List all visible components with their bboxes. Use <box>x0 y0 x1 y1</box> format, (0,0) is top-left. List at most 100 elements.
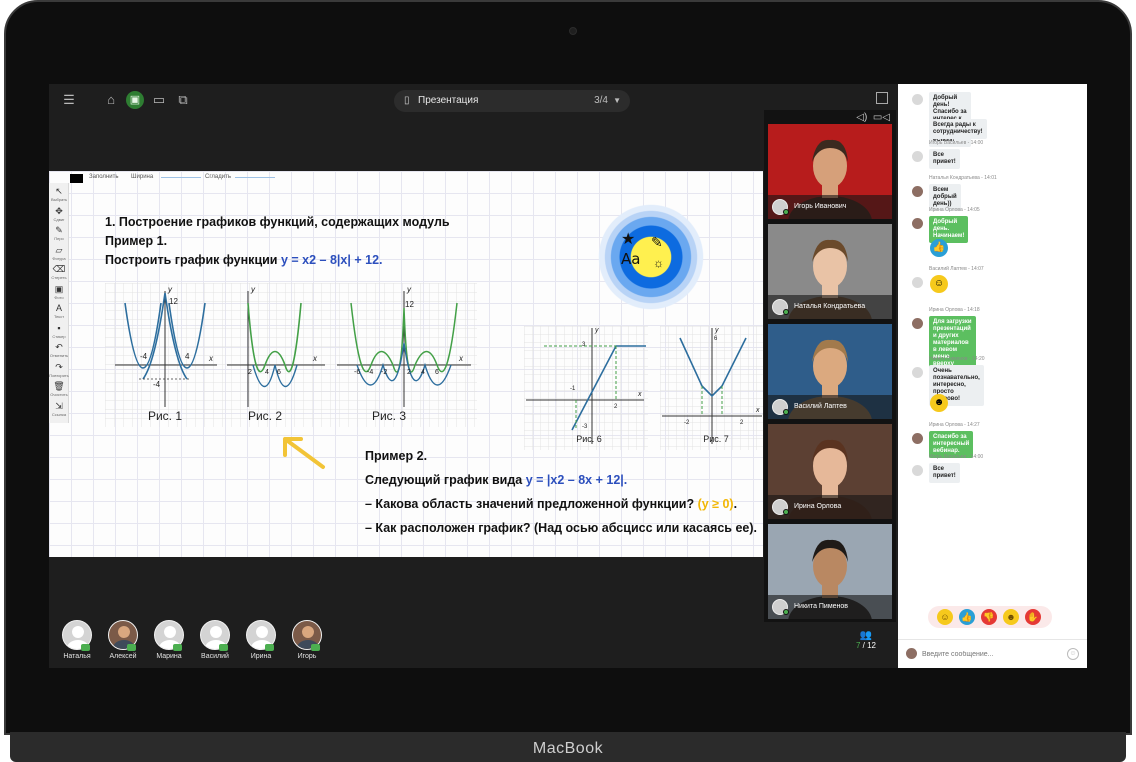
sticker-image[interactable]: ★ ✎ Aa ☼ <box>590 196 712 318</box>
camera-status-icon <box>127 644 136 651</box>
camera-status-icon <box>219 644 228 651</box>
laptop-frame: MacBook ☰ ⌂ ▣ ▭ ⧉ ▯ Презентация 3/4 ▼ За… <box>0 0 1136 762</box>
participant[interactable]: Марина <box>149 620 189 660</box>
video-tile[interactable]: Василий Лаптев <box>768 324 892 419</box>
tool-image[interactable]: ▣ Фото <box>49 283 69 303</box>
avatar <box>912 94 923 105</box>
participant-name: Наталья <box>63 653 91 660</box>
tool-eraser[interactable]: ⌫ Стереть <box>49 263 69 283</box>
document-icon: ▯ <box>404 95 410 106</box>
speaker-icon[interactable]: ◁) <box>856 112 867 123</box>
video-tile[interactable]: Наталья Кондратьева <box>768 224 892 319</box>
tool-label: Повторить <box>49 372 69 378</box>
participant[interactable]: Василий <box>195 620 235 660</box>
thumbs-up-emoji-icon: 👍 <box>930 239 948 257</box>
tool-text[interactable]: A Текст <box>49 302 69 322</box>
menu-icon[interactable]: ☰ <box>61 92 77 108</box>
home-icon[interactable]: ⌂ <box>103 92 119 108</box>
color-swatch[interactable] <box>70 174 83 183</box>
width-slider[interactable] <box>161 177 201 178</box>
message-bubble: Все привет! <box>929 463 960 483</box>
laugh-emoji-icon: ☻ <box>930 394 948 412</box>
video-tile[interactable]: Ирина Орлова <box>768 424 892 519</box>
example-1-title: Пример 1. <box>105 234 168 248</box>
fig-7-caption: Рис. 7 <box>703 434 729 444</box>
fig-2-caption: Рис. 2 <box>247 409 283 423</box>
smile-reaction-icon[interactable]: ☺ <box>937 609 953 625</box>
svg-text:-2: -2 <box>684 420 690 426</box>
participant[interactable]: Алексей <box>103 620 143 660</box>
tool-shape[interactable]: ▱ Фигура <box>49 244 69 264</box>
presentation-title: Презентация <box>418 95 479 106</box>
tool-undo[interactable]: ↶ Отменить <box>49 341 69 361</box>
participants-bar: 👥 7 / 12 Наталья Алексей Марина Василий Ирин… <box>49 614 898 668</box>
smooth-slider[interactable] <box>235 177 275 178</box>
chat-input-bar: ☺ <box>898 639 1087 668</box>
tool-label: Очистить <box>50 392 68 397</box>
tool-move[interactable]: ✥ Сдвиг <box>49 205 69 225</box>
online-status-icon <box>783 309 789 315</box>
svg-text:2: 2 <box>248 369 252 376</box>
presentation-selector[interactable]: ▯ Презентация 3/4 ▼ <box>394 90 630 112</box>
whiteboard-slide[interactable]: Заполнить Ширина Сгладить ↖ Выбрать ✥ Сдвиг… <box>49 171 763 557</box>
laptop-chin: MacBook <box>10 732 1126 762</box>
fullscreen-icon[interactable] <box>876 92 888 104</box>
participant-name: Игорь <box>297 653 317 660</box>
tool-label: Выбрать <box>50 197 68 202</box>
svg-text:-4: -4 <box>153 380 161 389</box>
hand-reaction-icon[interactable]: ✋ <box>1025 609 1041 625</box>
width-option[interactable]: Ширина <box>131 174 153 180</box>
avatar <box>912 433 923 444</box>
smooth-option[interactable]: Сгладить <box>205 174 231 180</box>
screen-share-icon[interactable]: ▭ <box>151 92 167 108</box>
participant-counter[interactable]: 👥 7 / 12 <box>850 630 882 650</box>
tool-pen[interactable]: ✎ Перо <box>49 224 69 244</box>
fill-option[interactable]: Заполнить <box>89 174 118 180</box>
message-meta: Игорь Васильев - 14:00 <box>929 140 984 146</box>
webcam <box>569 27 577 35</box>
video-tile[interactable]: Никита Пименов <box>768 524 892 619</box>
thumbs-up-reaction-icon[interactable]: 👍 <box>959 609 975 625</box>
question-2: – Как расположен график? (Над осью абсци… <box>365 521 757 535</box>
svg-text:12: 12 <box>405 300 414 309</box>
pen-options-bar: Заполнить Ширина Сгладить <box>49 171 309 185</box>
camera-icon[interactable]: ▭◁ <box>873 112 890 123</box>
emoji-picker-icon[interactable]: ☺ <box>1067 648 1079 660</box>
pencil-icon: ✎ <box>651 234 663 250</box>
board-icon[interactable]: ⧉ <box>175 92 191 108</box>
thumbs-down-reaction-icon[interactable]: 👎 <box>981 609 997 625</box>
redo-icon: ↷ <box>55 361 63 372</box>
tool-sticker[interactable]: ▪ Стикер <box>49 322 69 342</box>
my-avatar <box>906 648 917 659</box>
drawing-toolbar: ↖ Выбрать ✥ Сдвиг ✎ Перо ▱ Фигура ⌫ Стереть ▣ Фото A… <box>49 183 69 423</box>
tool-redo[interactable]: ↷ Повторить <box>49 361 69 381</box>
tool-cursor[interactable]: ↖ Выбрать <box>49 185 69 205</box>
tool-trash[interactable]: 🗑 Очистить <box>49 380 69 400</box>
participant[interactable]: Игорь <box>287 620 327 660</box>
avatar <box>912 318 923 329</box>
presentation-icon[interactable]: ▣ <box>126 91 144 109</box>
message-input[interactable] <box>922 647 1062 661</box>
fig-3-caption: Рис. 3 <box>371 409 407 423</box>
graphs-figure-1-3: 12 -4 4 -4 x y y 2 4 6 x y 12 -6 -4 -2 2… <box>105 283 477 427</box>
tool-export[interactable]: ⇲ Ссылка <box>49 400 69 420</box>
svg-text:-4: -4 <box>140 352 148 361</box>
question-1-suffix: . <box>733 497 738 511</box>
laugh-reaction-icon[interactable]: ☻ <box>1003 609 1019 625</box>
task-2-formula: y = |x2 – 8x + 12|. <box>525 473 628 487</box>
eraser-icon: ⌫ <box>52 264 66 274</box>
tool-label: Фото <box>54 294 64 300</box>
participant[interactable]: Ирина <box>241 620 281 660</box>
example-2-title: Пример 2. <box>365 449 428 463</box>
participant[interactable]: Наталья <box>57 620 97 660</box>
camera-status-icon <box>311 644 320 651</box>
fig-6-caption: Рис. 6 <box>576 434 602 444</box>
task-1-text: Построить график функции <box>105 253 281 267</box>
online-status-icon <box>783 509 789 515</box>
message-meta: Ирина Орлова - 14:05 <box>929 207 980 213</box>
message-bubble: Все привет! <box>929 149 960 169</box>
avatar <box>912 367 923 378</box>
svg-text:2: 2 <box>407 369 411 376</box>
shape-icon: ▱ <box>55 244 63 255</box>
video-tile[interactable]: Игорь Иванович <box>768 124 892 219</box>
